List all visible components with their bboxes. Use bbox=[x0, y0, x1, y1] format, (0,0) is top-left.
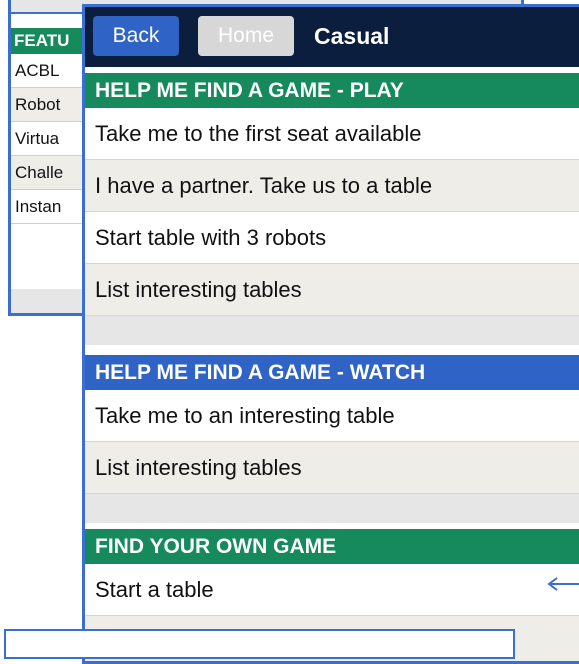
menu-item-start-table[interactable]: Start a table bbox=[85, 564, 579, 616]
casual-menu-panel: Back Home Casual HELP ME FIND A GAME - P… bbox=[82, 4, 579, 664]
menu-item-list-tables-play[interactable]: List interesting tables bbox=[85, 264, 579, 316]
home-button[interactable]: Home bbox=[198, 16, 294, 56]
bottom-panel bbox=[4, 629, 515, 659]
section-gap bbox=[85, 494, 579, 523]
section-header-watch: HELP ME FIND A GAME - WATCH bbox=[85, 355, 579, 390]
menu-item-first-seat[interactable]: Take me to the first seat available bbox=[85, 108, 579, 160]
top-bar: Back Home Casual bbox=[85, 7, 579, 67]
menu-item-partner-table[interactable]: I have a partner. Take us to a table bbox=[85, 160, 579, 212]
menu-item-interesting-table[interactable]: Take me to an interesting table bbox=[85, 390, 579, 442]
menu-item-list-tables-watch[interactable]: List interesting tables bbox=[85, 442, 579, 494]
section-header-own: FIND YOUR OWN GAME bbox=[85, 529, 579, 564]
back-button[interactable]: Back bbox=[93, 16, 179, 56]
arrow-left-icon bbox=[547, 577, 579, 591]
page-title: Casual bbox=[314, 23, 390, 49]
section-gap bbox=[85, 316, 579, 345]
section-header-play: HELP ME FIND A GAME - PLAY bbox=[85, 73, 579, 108]
menu-item-robots-table[interactable]: Start table with 3 robots bbox=[85, 212, 579, 264]
